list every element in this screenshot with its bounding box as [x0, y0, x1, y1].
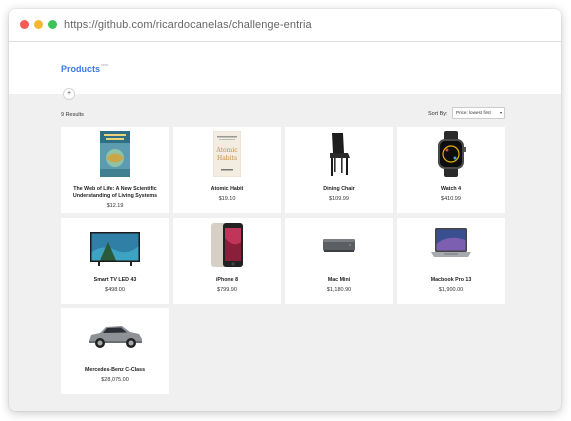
browser-window: https://github.com/ricardocanelas/challe…: [9, 9, 561, 411]
svg-text:Atomic: Atomic: [215, 147, 238, 154]
product-card[interactable]: Atomic Habits Atomic Habit $19.10: [173, 127, 281, 213]
app-header: Productsbeta: [9, 42, 561, 94]
close-window-button[interactable]: [20, 20, 29, 29]
product-price: $410.99: [441, 196, 461, 202]
product-price: $1,180.90: [326, 287, 352, 293]
tv-image-icon: [61, 222, 169, 270]
results-count: 9 Results: [61, 112, 84, 118]
brand-beta-badge: beta: [101, 63, 108, 67]
mac-mini-image-icon: [285, 222, 393, 270]
product-card[interactable]: Watch 4 $410.99: [397, 127, 505, 213]
sort-select[interactable]: Price: lowest first ▾: [452, 107, 505, 119]
brand-title: Products: [61, 64, 101, 74]
product-card[interactable]: Macbook Pro 13 $1,900.00: [397, 218, 505, 304]
chevron-down-icon: ▾: [499, 110, 502, 115]
watch-image-icon: [397, 131, 505, 179]
product-card[interactable]: Mercedes-Benz C-Class $28,075.00: [61, 308, 169, 394]
chair-image-icon: [285, 131, 393, 179]
laptop-image-icon: [397, 222, 505, 270]
product-name: Smart TV LED 43: [93, 277, 137, 283]
add-product-button[interactable]: +: [63, 88, 75, 100]
product-card[interactable]: iPhone 8 $799.90: [173, 218, 281, 304]
phone-image-icon: [173, 222, 281, 270]
product-card[interactable]: Mac Mini $1,180.90: [285, 218, 393, 304]
product-name: Mercedes-Benz C-Class: [84, 367, 146, 373]
product-card[interactable]: The Web of Life: A New Scientific Unders…: [61, 127, 169, 213]
svg-text:Habits: Habits: [217, 155, 237, 162]
product-price: $28,075.00: [101, 377, 129, 383]
product-name: Atomic Habit: [210, 186, 244, 192]
product-name: Watch 4: [440, 186, 462, 192]
product-price: $19.10: [218, 196, 236, 202]
product-card[interactable]: Smart TV LED 43 $498.00: [61, 218, 169, 304]
sort-selected-value: Price: lowest first: [456, 110, 491, 115]
sort-label: Sort By:: [428, 111, 448, 117]
product-price: $109.99: [329, 196, 349, 202]
product-price: $12.19: [106, 203, 124, 209]
product-price: $498.00: [105, 287, 125, 293]
brand-logo[interactable]: Productsbeta: [61, 63, 108, 74]
product-card[interactable]: Dining Chair $109.99: [285, 127, 393, 213]
browser-titlebar: https://github.com/ricardocanelas/challe…: [9, 9, 561, 42]
product-name: Dining Chair: [323, 186, 355, 192]
book-cover-web-of-life-icon: [61, 131, 169, 179]
maximize-window-button[interactable]: [48, 20, 57, 29]
minimize-window-button[interactable]: [34, 20, 43, 29]
address-bar-url[interactable]: https://github.com/ricardocanelas/challe…: [64, 19, 312, 31]
product-price: $799.90: [217, 287, 237, 293]
product-name: iPhone 8: [215, 277, 239, 283]
book-cover-atomic-habits-icon: Atomic Habits: [173, 131, 281, 179]
product-name: Macbook Pro 13: [430, 277, 472, 283]
product-name: Mac Mini: [327, 277, 351, 283]
car-image-icon: [61, 312, 169, 360]
product-price: $1,900.00: [438, 287, 464, 293]
product-name: The Web of Life: A New Scientific Unders…: [72, 186, 158, 199]
